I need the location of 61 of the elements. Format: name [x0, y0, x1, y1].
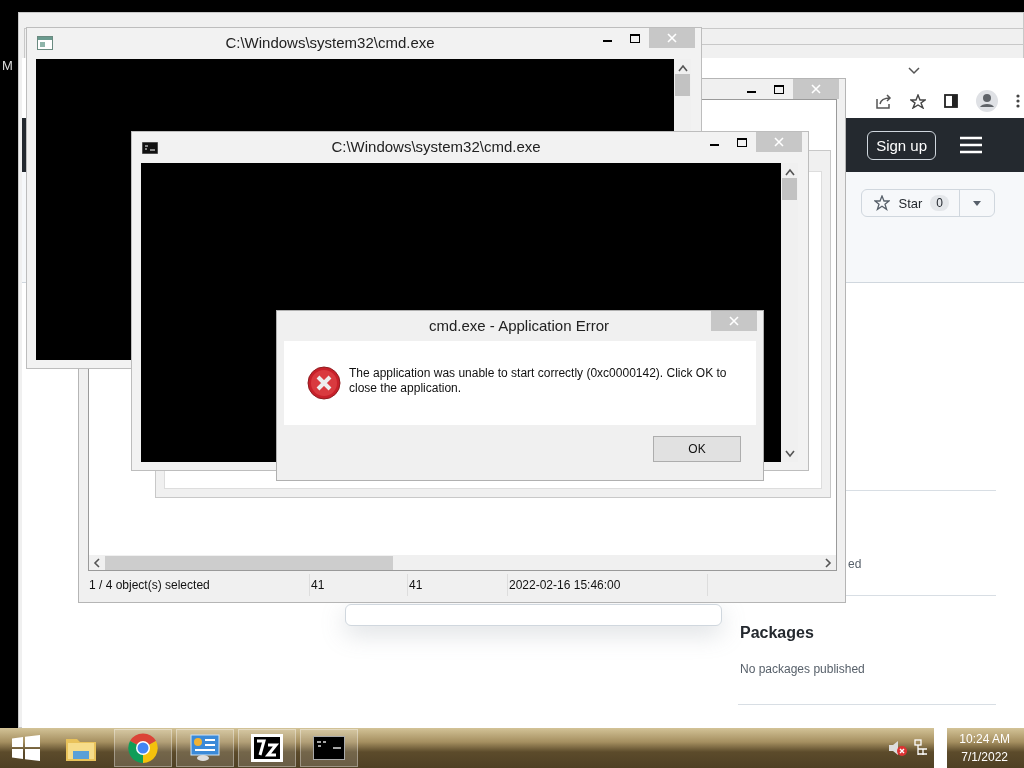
more-menu-icon[interactable] [1016, 94, 1020, 108]
star-button[interactable]: Star 0 [862, 190, 960, 216]
console-icon [313, 736, 345, 760]
sign-up-button[interactable]: Sign up [867, 130, 936, 160]
archive-app-icon [251, 734, 283, 762]
clock-time: 10:24 AM [959, 731, 1010, 748]
scrollbar-thumb[interactable] [105, 555, 393, 570]
dialog-title: cmd.exe - Application Error [427, 316, 611, 334]
minimize-icon [746, 91, 756, 93]
scroll-up-icon[interactable] [784, 168, 795, 176]
status-bar-text: 41 [310, 574, 408, 596]
side-panel-icon[interactable] [944, 94, 958, 108]
share-icon[interactable] [876, 93, 892, 109]
section-text: No packages published [740, 662, 866, 676]
scroll-right-icon[interactable] [824, 557, 832, 568]
browser-icon [127, 732, 159, 764]
sidebar-text: ed [848, 557, 862, 571]
ok-button[interactable]: OK [653, 436, 741, 462]
muted-speaker-icon[interactable] [888, 739, 909, 757]
close-icon [729, 316, 739, 326]
close-icon [774, 137, 784, 147]
scrollbar-thumb[interactable] [782, 178, 797, 200]
window-title: C:\Windows\system32\cmd.exe [330, 137, 542, 155]
star-icon [874, 195, 891, 211]
star-count: 0 [930, 195, 949, 211]
status-bar-text: 41 [408, 574, 508, 596]
start-button[interactable] [12, 735, 40, 761]
minimize-icon [602, 40, 612, 42]
window-icon [37, 36, 53, 50]
console-icon [142, 142, 158, 154]
section-heading: Packages [740, 624, 815, 642]
chevron-down-icon[interactable] [908, 67, 920, 75]
taskbar-button[interactable] [176, 729, 234, 767]
minimize-icon [709, 144, 719, 146]
menu-icon[interactable] [960, 136, 982, 154]
maximize-icon [630, 33, 640, 43]
network-icon[interactable] [914, 739, 929, 757]
clock[interactable]: 10:24 AM 7/1/2022 [953, 730, 1024, 766]
taskbar-button[interactable] [300, 729, 358, 767]
profile-icon[interactable] [976, 90, 998, 112]
maximize-icon [737, 137, 747, 147]
close-icon [811, 84, 821, 94]
status-bar-text: 2022-02-16 15:46:00 [508, 574, 708, 596]
clock-date: 7/1/2022 [961, 749, 1008, 766]
taskbar-button[interactable] [238, 729, 296, 767]
horizontal-scrollbar[interactable] [88, 555, 837, 571]
maximize-icon [774, 84, 784, 94]
close-icon [667, 33, 677, 43]
error-icon [307, 366, 341, 400]
star-label: Star [898, 195, 923, 211]
window-title: C:\Windows\system32\cmd.exe [224, 33, 436, 51]
desktop-label: M [2, 58, 13, 73]
error-message: The application was unable to start correctly (0xc0000142). Click OK to close the application. [349, 366, 728, 396]
status-bar-text: 1 / 4 object(s) selected [88, 574, 310, 596]
scroll-up-icon[interactable] [677, 64, 688, 72]
control-panel-icon [189, 733, 221, 763]
caret-icon [973, 200, 981, 206]
scroll-down-icon[interactable] [784, 450, 795, 458]
scroll-left-icon[interactable] [93, 557, 101, 568]
scrollbar-thumb[interactable] [675, 74, 690, 96]
bookmark-star-icon[interactable] [910, 93, 926, 109]
